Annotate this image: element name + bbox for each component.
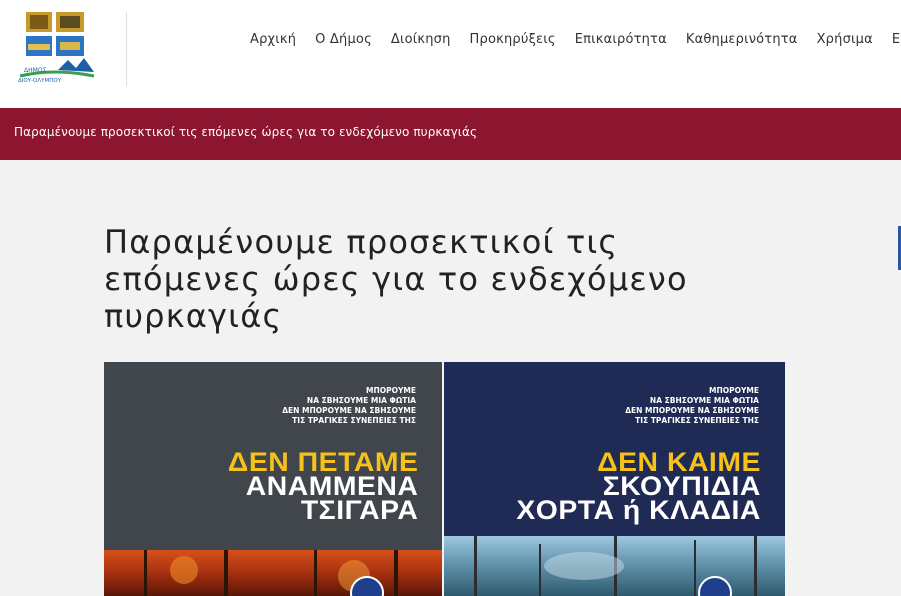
logo-text-1: ΔΗΜΟΣ (24, 67, 47, 74)
main-navigation: Αρχική Ο Δήμος Διοίκηση Προκηρύξεις Επικ… (250, 32, 901, 47)
poster-small-text: ΜΠΟΡΟΥΜΕ ΝΑ ΣΒΗΣΟΥΜΕ ΜΙΑ ΦΩΤΙΑ ΔΕΝ ΜΠΟΡΟ… (625, 386, 759, 426)
poster-small-line: ΜΠΟΡΟΥΜΕ (708, 386, 759, 395)
nav-item-daily-life[interactable]: Καθημερινότητα (686, 32, 798, 47)
alert-banner[interactable]: Παραμένουμε προσεκτικοί τις επόμενες ώρε… (0, 108, 901, 160)
poster-headline-white: ΤΣΙΓΑΡΑ (300, 495, 418, 525)
poster-headline-white: ΧΟΡΤΑ ή ΚΛΑΔΙΑ (516, 495, 761, 525)
nav-item-overflow[interactable]: Ε (892, 32, 900, 47)
alert-text: Παραμένουμε προσεκτικοί τις επόμενες ώρε… (14, 125, 478, 139)
site-header: ΔΗΜΟΣ ΔΙΟΥ-ΟΛΥΜΠΟΥ Αρχική Ο Δήμος Διοίκη… (0, 0, 901, 108)
forest-photo (444, 536, 785, 596)
poster-small-line: ΜΠΟΡΟΥΜΕ (365, 386, 416, 395)
poster-small-line: ΝΑ ΣΒΗΣΟΥΜΕ ΜΙΑ ΦΩΤΙΑ (649, 396, 759, 405)
nav-item-announcements[interactable]: Προκηρύξεις (470, 32, 556, 47)
nav-item-administration[interactable]: Διοίκηση (391, 32, 451, 47)
nav-item-municipality[interactable]: Ο Δήμος (315, 32, 372, 47)
poster-cigarettes[interactable]: ΜΠΟΡΟΥΜΕ ΝΑ ΣΒΗΣΟΥΜΕ ΜΙΑ ΦΩΤΙΑ ΔΕΝ ΜΠΟΡΟ… (104, 362, 442, 596)
poster-small-line: ΤΙΣ ΤΡΑΓΙΚΕΣ ΣΥΝΕΠΕΙΕΣ ΤΗΣ (292, 416, 416, 425)
nav-item-home[interactable]: Αρχική (250, 32, 296, 47)
poster-headline: ΔΕΝ ΚΑΙΜΕ ΣΚΟΥΠΙΔΙΑ ΧΟΡΤΑ ή ΚΛΑΔΙΑ (516, 449, 761, 525)
nav-item-useful[interactable]: Χρήσιμα (817, 32, 873, 47)
page-title: Παραμένουμε προσεκτικοί τις επόμενες ώρε… (104, 223, 688, 335)
poster-small-line: ΔΕΝ ΜΠΟΡΟΥΜΕ ΝΑ ΣΒΗΣΟΥΜΕ (282, 406, 416, 415)
poster-small-text: ΜΠΟΡΟΥΜΕ ΝΑ ΣΒΗΣΟΥΜΕ ΜΙΑ ΦΩΤΙΑ ΔΕΝ ΜΠΟΡΟ… (282, 386, 416, 426)
poster-small-line: ΔΕΝ ΜΠΟΡΟΥΜΕ ΝΑ ΣΒΗΣΟΥΜΕ (625, 406, 759, 415)
nav-item-news[interactable]: Επικαιρότητα (575, 32, 667, 47)
poster-small-line: ΤΙΣ ΤΡΑΓΙΚΕΣ ΣΥΝΕΠΕΙΕΣ ΤΗΣ (635, 416, 759, 425)
poster-garbage[interactable]: ΜΠΟΡΟΥΜΕ ΝΑ ΣΒΗΣΟΥΜΕ ΜΙΑ ΦΩΤΙΑ ΔΕΝ ΜΠΟΡΟ… (444, 362, 785, 596)
fire-photo (104, 550, 442, 596)
poster-small-line: ΝΑ ΣΒΗΣΟΥΜΕ ΜΙΑ ΦΩΤΙΑ (306, 396, 416, 405)
poster-headline: ΔΕΝ ΠΕΤΑΜΕ ΑΝΑΜΜΕΝΑ ΤΣΙΓΑΡΑ (228, 449, 418, 525)
logo-text-2: ΔΙΟΥ-ΟΛΥΜΠΟΥ (18, 78, 62, 84)
municipality-logo[interactable]: ΔΗΜΟΣ ΔΙΟΥ-ΟΛΥΜΠΟΥ (14, 10, 98, 88)
header-divider (126, 12, 127, 86)
logo-emblem-icon: ΔΗΜΟΣ ΔΙΟΥ-ΟΛΥΜΠΟΥ (18, 12, 95, 84)
